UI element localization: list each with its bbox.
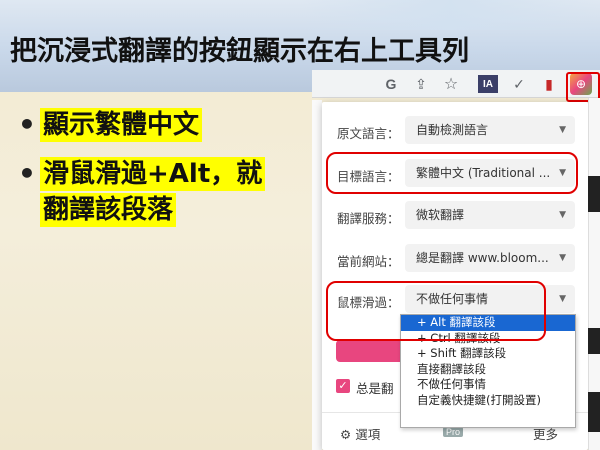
star-icon[interactable]: ☆ <box>440 73 462 95</box>
source-language-select[interactable]: 自動檢測語言 ▼ <box>405 116 575 144</box>
slide-title: 把沉浸式翻譯的按鈕顯示在右上工具列 <box>10 36 469 67</box>
translate-button[interactable] <box>336 340 406 362</box>
underlying-page-block <box>588 328 600 354</box>
chevron-down-icon: ▼ <box>559 294 566 304</box>
share-icon[interactable]: ⇪ <box>410 73 432 95</box>
bullet-text-continued: 翻譯該段落 <box>40 193 177 227</box>
bullet-item: • 顯示繁體中文 <box>18 108 203 144</box>
translation-service-label: 翻譯服務： <box>337 211 400 226</box>
bookmark-ext-icon[interactable]: ▮ <box>538 73 560 95</box>
source-language-value: 自動檢測語言 <box>416 123 489 137</box>
underlying-page-block <box>588 392 600 432</box>
bullet-text: 顯示繁體中文 <box>40 108 203 142</box>
browser-extension-toolbar: G ⇪ ☆ IA ✓ ▮ ⊕ <box>312 70 600 98</box>
bullet-marker: • <box>18 157 36 190</box>
mouse-hover-highlight <box>326 281 546 341</box>
bullet-text: 滑鼠滑過+Alt，就 <box>40 157 266 191</box>
current-site-label: 當前網站： <box>337 254 400 269</box>
dropdown-option[interactable]: 不做任何事情 <box>401 377 575 393</box>
always-translate-label: 总是翻 <box>356 381 394 396</box>
chevron-down-icon: ▼ <box>559 253 566 263</box>
chevron-down-icon: ▼ <box>559 125 566 135</box>
pro-badge: Pro <box>443 427 464 437</box>
target-language-highlight <box>326 152 578 194</box>
translation-service-value: 微软翻譯 <box>416 208 465 222</box>
google-icon[interactable]: G <box>380 73 402 95</box>
always-translate-checkbox[interactable]: ✓ <box>336 379 350 393</box>
underlying-page-block <box>588 176 600 212</box>
slide-header-shine <box>300 0 600 30</box>
bullet-item: • 滑鼠滑過+Alt，就 翻譯該段落 <box>18 157 266 229</box>
translation-service-select[interactable]: 微软翻譯 ▼ <box>405 201 575 229</box>
settings-link[interactable]: ⚙ 選項 <box>340 424 380 443</box>
dropdown-option[interactable]: 直接翻譯該段 <box>401 362 575 378</box>
gear-icon: ⚙ <box>340 427 352 442</box>
current-site-value: 總是翻譯 www.bloom... <box>416 251 549 265</box>
instapaper-icon[interactable]: IA <box>478 75 498 93</box>
checkmark-icon[interactable]: ✓ <box>508 73 530 95</box>
dropdown-option[interactable]: + Shift 翻譯該段 <box>401 346 575 362</box>
bullet-marker: • <box>18 108 36 141</box>
current-site-select[interactable]: 總是翻譯 www.bloom... ▼ <box>405 244 575 272</box>
settings-label: 選項 <box>355 427 381 442</box>
page-edge <box>312 100 322 450</box>
source-language-label: 原文語言： <box>337 126 400 141</box>
dropdown-option[interactable]: 自定義快捷鍵(打開設置) <box>401 393 575 409</box>
chevron-down-icon: ▼ <box>559 210 566 220</box>
